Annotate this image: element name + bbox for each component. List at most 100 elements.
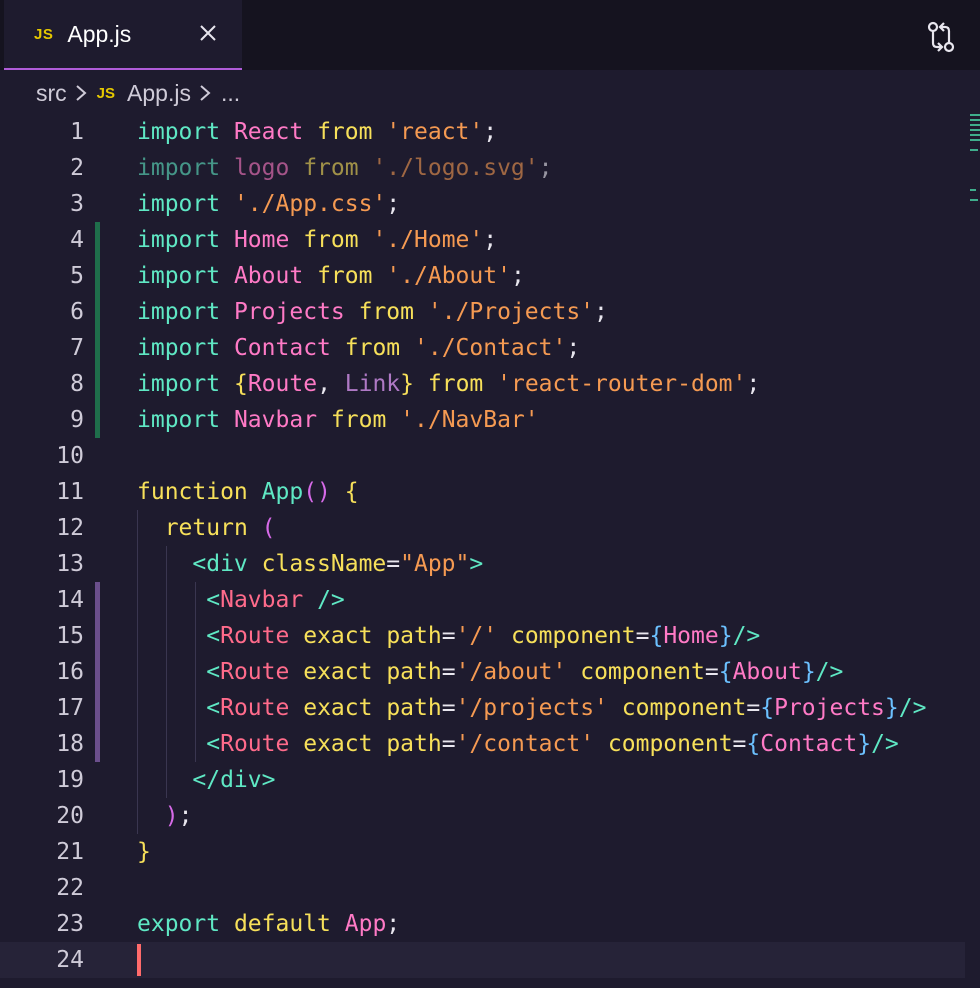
code-token: './About' (386, 263, 511, 289)
code-token: { (344, 479, 359, 505)
code-line[interactable]: 16 <Route exact path='/about' component=… (0, 654, 965, 690)
code-token: 'react-router-dom' (497, 371, 747, 397)
code-text: <Route exact path='/' component={Home}/> (137, 618, 760, 654)
line-number: 5 (70, 263, 84, 289)
code-line[interactable]: 20 ); (0, 798, 965, 834)
code-text: return ( (137, 510, 276, 546)
code-line[interactable]: 13 <div className="App"> (0, 546, 965, 582)
line-number: 18 (56, 731, 84, 757)
code-token: /> (815, 659, 844, 685)
code-line[interactable]: 7 import Contact from './Contact'; (0, 330, 965, 366)
code-text: import Projects from './Projects'; (137, 294, 608, 330)
code-line[interactable]: 14 <Navbar /> (0, 582, 965, 618)
code-token: </div> (192, 767, 276, 793)
code-token: '/' (455, 623, 498, 649)
code-line[interactable]: 6 import Projects from './Projects'; (0, 294, 965, 330)
close-icon[interactable] (198, 23, 218, 43)
tab-label: App.js (67, 20, 132, 47)
minimap[interactable] (970, 114, 980, 214)
code-line[interactable]: 23 export default App; (0, 906, 965, 942)
breadcrumb-symbols[interactable]: ... (221, 80, 240, 107)
code-line[interactable]: 2 import logo from './logo.svg'; (0, 150, 965, 186)
line-number: 15 (56, 623, 84, 649)
code-text: import './App.css'; (137, 186, 400, 222)
code-token: ; (483, 227, 498, 253)
code-text: ); (137, 798, 193, 834)
code-line[interactable]: 5 import About from './About'; (0, 258, 965, 294)
line-number: 24 (56, 947, 84, 973)
code-token: ; (566, 335, 581, 361)
code-line[interactable]: 4 import Home from './Home'; (0, 222, 965, 258)
indent-guide (166, 546, 167, 798)
line-number: 2 (70, 155, 84, 181)
git-added-marker (95, 222, 100, 438)
code-line[interactable]: 3 import './App.css'; (0, 186, 965, 222)
code-token: ) (164, 803, 179, 829)
code-token: component (510, 623, 636, 649)
code-token: App (344, 911, 387, 937)
code-token: /> (732, 623, 761, 649)
code-token: = (386, 551, 401, 577)
code-token: ; (386, 191, 401, 217)
text-cursor (137, 944, 141, 976)
compare-changes-icon[interactable] (926, 20, 956, 54)
tab-app-js[interactable]: JS App.js (4, 0, 242, 70)
code-text: export default App; (137, 906, 400, 942)
code-text: import React from 'react'; (137, 114, 497, 150)
code-line[interactable]: 10 (0, 438, 965, 474)
breadcrumb-file[interactable]: App.js (127, 80, 191, 107)
tab-bar: JS App.js (0, 0, 980, 70)
chevron-right-icon (76, 85, 87, 101)
code-line[interactable]: 22 (0, 870, 965, 906)
code-token: { (233, 371, 248, 397)
code-line[interactable]: 9 import Navbar from './NavBar' (0, 402, 965, 438)
code-token: '/contact' (455, 731, 595, 757)
code-token: Projects (233, 299, 345, 325)
code-line[interactable]: 12 return ( (0, 510, 965, 546)
code-line[interactable]: 8 import {Route, Link} from 'react-router… (0, 366, 965, 402)
code-line[interactable]: 19 </div> (0, 762, 965, 798)
code-token: path (386, 695, 442, 721)
code-token: } (137, 839, 151, 865)
code-line[interactable]: 11 function App() { (0, 474, 965, 510)
code-token: import (137, 371, 221, 397)
line-number: 14 (56, 587, 84, 613)
code-token: from (303, 155, 359, 181)
code-editor[interactable]: 24 23 export default App; 22 21} 20 ); 19 </di… (0, 114, 980, 988)
code-line[interactable]: 1 import React from 'react'; (0, 114, 965, 150)
code-token: import (137, 191, 221, 217)
code-token: /> (317, 587, 345, 613)
code-token: './App.css' (233, 191, 387, 217)
code-token: path (386, 659, 442, 685)
code-token: ; (483, 119, 498, 145)
line-number: 4 (70, 227, 84, 253)
code-line[interactable]: 15 <Route exact path='/' component={Home… (0, 618, 965, 654)
code-token: Route (247, 371, 318, 397)
code-line[interactable]: 17 <Route exact path='/projects' compone… (0, 690, 965, 726)
code-token: component (580, 659, 705, 685)
code-line[interactable]: 21} (0, 834, 965, 870)
code-line[interactable]: 24 (0, 942, 965, 978)
code-token: < (206, 659, 221, 685)
code-line[interactable]: 18 <Route exact path='/contact' componen… (0, 726, 965, 762)
code-token: = (441, 623, 456, 649)
breadcrumb: src JS App.js ... (0, 70, 980, 116)
breadcrumb-folder[interactable]: src (36, 80, 67, 107)
code-token: < (206, 623, 221, 649)
